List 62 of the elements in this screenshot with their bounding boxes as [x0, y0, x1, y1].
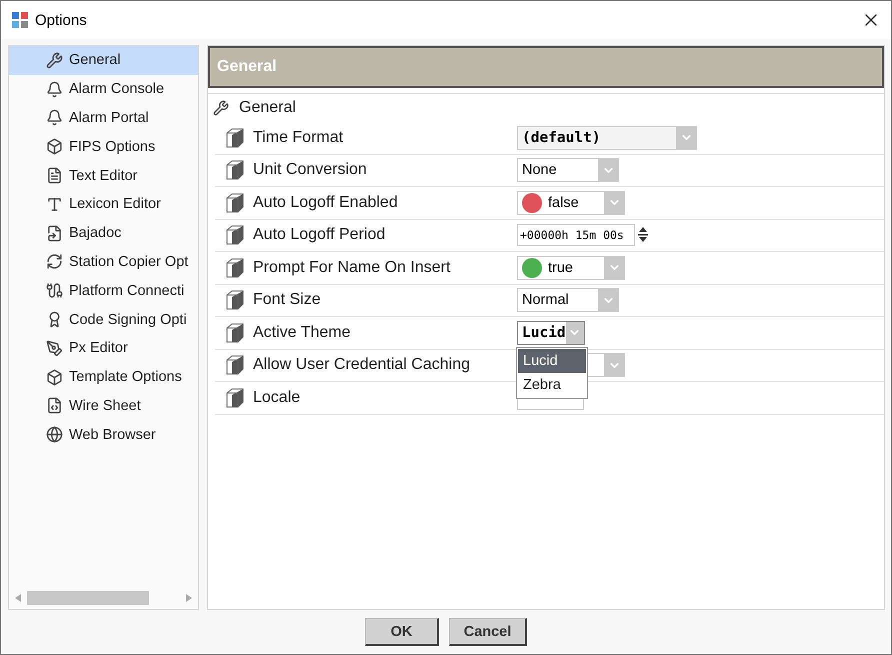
sidebar-item[interactable]: Template Options [9, 362, 198, 392]
cube-icon [225, 192, 245, 213]
window-title: Options [35, 12, 88, 28]
cube-icon [225, 355, 245, 376]
cube-icon [46, 368, 63, 386]
property-label: Font Size [253, 291, 321, 310]
dropdown[interactable]: (default) [517, 126, 697, 150]
dropdown[interactable]: Lucid [517, 320, 585, 345]
scroll-right-icon[interactable] [186, 594, 192, 602]
dropdown[interactable]: Normal [517, 288, 619, 312]
cancel-button[interactable]: Cancel [449, 618, 527, 646]
input-field[interactable]: +00000h 15m 00s [517, 224, 635, 246]
bell-icon [46, 80, 63, 98]
cube-icon [225, 225, 245, 246]
property-label: Time Format [253, 128, 344, 147]
cube-icon [225, 128, 245, 148]
wrench-icon [213, 100, 229, 116]
property-label: Auto Logoff Enabled [253, 194, 398, 212]
font-icon [46, 196, 63, 213]
sidebar-item[interactable]: FIPS Options [9, 132, 198, 162]
property-label: Locale [253, 388, 300, 407]
sidebar-item[interactable]: Wire Sheet [9, 392, 198, 420]
document-icon [46, 397, 63, 414]
menu-option[interactable]: Lucid [518, 348, 586, 373]
sidebar-item[interactable]: Code Signing Opti [9, 305, 198, 334]
dropdown[interactable]: None [517, 158, 619, 182]
sidebar-item[interactable]: Alarm Console [9, 74, 198, 104]
ok-button[interactable]: OK [365, 618, 439, 646]
sidebar-item[interactable]: Alarm Portal [9, 104, 198, 132]
app-icon [11, 11, 29, 29]
document-icon [46, 224, 63, 242]
sidebar-item[interactable]: Text Editor [9, 161, 198, 190]
dropdown[interactable]: true [517, 256, 625, 280]
sidebar-item[interactable]: Px Editor [9, 334, 198, 363]
refresh-icon [46, 253, 63, 270]
bell-icon [46, 109, 63, 126]
property-label: Prompt For Name On Insert [253, 258, 450, 277]
cube-icon [225, 322, 245, 343]
cable-icon [46, 282, 63, 300]
sidebar-item[interactable]: Bajadoc [9, 218, 198, 248]
pen-icon [46, 340, 63, 357]
cube-icon [225, 388, 245, 408]
group-title: General [239, 99, 296, 117]
sidebar-item[interactable]: Station Copier Opt [9, 248, 198, 276]
wrench-icon [46, 52, 63, 69]
cube-icon [225, 160, 245, 180]
panel-header: General [208, 46, 884, 88]
dropdown[interactable]: false [517, 190, 625, 215]
scroll-left-icon[interactable] [15, 594, 21, 602]
property-label: Auto Logoff Period [253, 226, 386, 244]
globe-icon [46, 426, 63, 444]
sidebar-item[interactable]: Platform Connecti [9, 276, 198, 306]
document-icon [46, 167, 63, 184]
cube-icon [46, 138, 63, 156]
cube-icon [225, 258, 245, 278]
sidebar-item[interactable]: General [9, 46, 198, 75]
property-label: Active Theme [253, 324, 351, 342]
property-label: Unit Conversion [253, 161, 367, 180]
sidebar-item[interactable]: Lexicon Editor [9, 190, 198, 219]
cube-icon [225, 290, 245, 310]
sidebar-item[interactable]: Web Browser [9, 420, 198, 450]
property-label: Allow User Credential Caching [253, 356, 470, 374]
